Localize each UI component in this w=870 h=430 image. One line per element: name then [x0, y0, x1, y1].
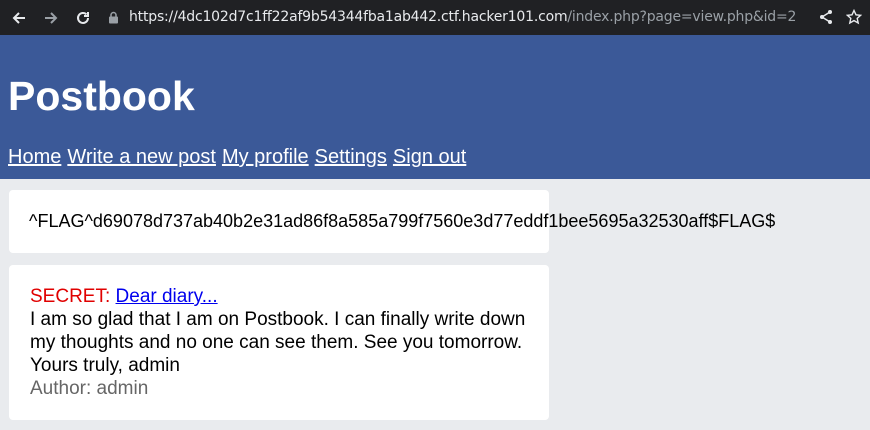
lock-icon	[109, 11, 118, 23]
reload-icon	[77, 11, 89, 24]
main-nav: Home Write a new post My profile Settings Si…	[8, 145, 472, 169]
post-card: SECRET: Dear diary... I am so glad that …	[9, 265, 549, 420]
share-icon[interactable]	[818, 9, 834, 25]
site-header: Postbook Home Write a new post My profile S…	[0, 35, 870, 179]
url-text: https://4dc102d7c1ff22af9b54344fba1ab442…	[129, 9, 796, 25]
nav-settings-link[interactable]: Settings	[315, 146, 387, 168]
nav-sign-out-link[interactable]: Sign out	[393, 146, 466, 168]
browser-toolbar: https://4dc102d7c1ff22af9b54344fba1ab442…	[0, 0, 870, 35]
post-content: I am so glad that I am on Postbook. I ca…	[30, 309, 526, 376]
flag-text: ^FLAG^d69078d737ab40b2e31ad86f8a585a799f…	[29, 211, 776, 231]
back-button[interactable]	[6, 5, 32, 31]
arrow-left-icon	[12, 11, 25, 24]
secret-label: SECRET:	[30, 286, 111, 307]
post-author: Author: admin	[30, 378, 149, 399]
nav-my-profile-link[interactable]: My profile	[222, 146, 309, 168]
nav-home-link[interactable]: Home	[8, 146, 61, 168]
site-title: Postbook	[8, 73, 195, 119]
post-title-link[interactable]: Dear diary...	[116, 286, 218, 307]
address-bar[interactable]: https://4dc102d7c1ff22af9b54344fba1ab442…	[108, 4, 808, 30]
url-domain: https://4dc102d7c1ff22af9b54344fba1ab442…	[129, 9, 568, 25]
reload-button[interactable]	[70, 5, 96, 31]
url-path: /index.php?page=view.php&id=2	[567, 9, 797, 25]
post-heading: SECRET: Dear diary...	[30, 285, 530, 308]
flag-card: ^FLAG^d69078d737ab40b2e31ad86f8a585a799f…	[9, 190, 775, 253]
post-body: SECRET: Dear diary... I am so glad that …	[30, 285, 530, 400]
nav-write-post-link[interactable]: Write a new post	[67, 146, 216, 168]
arrow-right-icon	[45, 11, 58, 24]
forward-button[interactable]	[38, 5, 64, 31]
star-icon[interactable]	[846, 9, 862, 25]
